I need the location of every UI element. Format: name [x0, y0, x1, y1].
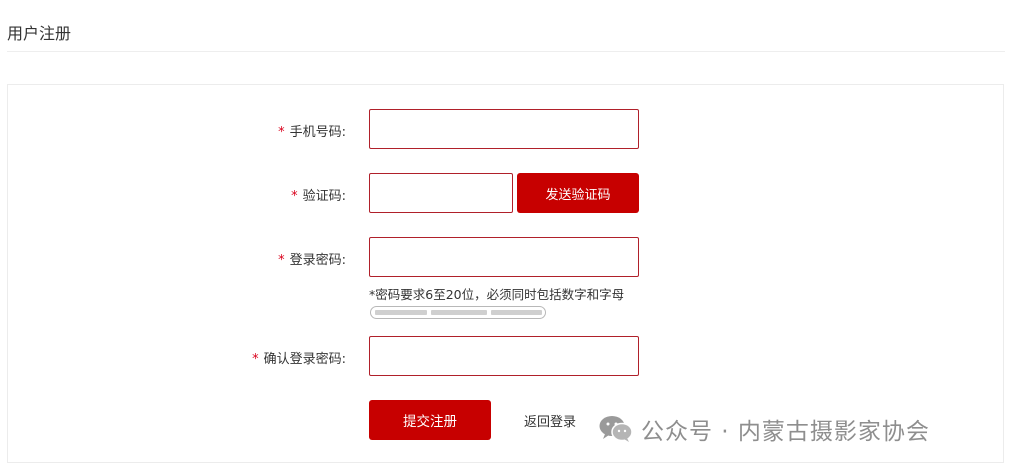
- watermark: 公众号 · 内蒙古摄影家协会: [598, 412, 930, 446]
- password-hint: *密码要求6至20位，必须同时包括数字和字母: [369, 287, 625, 302]
- watermark-text: 公众号 · 内蒙古摄影家协会: [641, 419, 930, 445]
- wechat-icon: [599, 416, 633, 442]
- code-label-text: 验证码:: [302, 189, 346, 204]
- required-mark: *: [278, 125, 285, 140]
- back-to-login-link[interactable]: 返回登录: [524, 411, 576, 430]
- send-code-button[interactable]: 发送验证码: [517, 173, 639, 213]
- phone-label: * 手机号码:: [8, 121, 346, 140]
- registration-form: * 手机号码: * 验证码: 发送验证码 * 登录密码: * 确认登录密码: 提交注册: [7, 84, 1004, 463]
- password-label-text: 登录密码:: [289, 253, 346, 268]
- strength-segment: [431, 310, 487, 315]
- password-label: * 登录密码:: [8, 249, 346, 268]
- page-title: 用户注册: [7, 24, 72, 43]
- required-mark: *: [291, 189, 298, 204]
- required-mark: *: [278, 253, 285, 268]
- title-divider: [7, 51, 1005, 52]
- confirm-password-input[interactable]: [369, 336, 639, 376]
- strength-segment: [491, 310, 542, 315]
- required-mark: *: [252, 352, 259, 367]
- code-label: * 验证码:: [8, 185, 346, 204]
- verification-code-input[interactable]: [369, 173, 513, 213]
- confirm-password-label-text: 确认登录密码:: [263, 352, 346, 367]
- phone-input[interactable]: [369, 109, 639, 149]
- submit-register-button[interactable]: 提交注册: [369, 400, 491, 440]
- confirm-password-label: * 确认登录密码:: [8, 348, 346, 367]
- phone-label-text: 手机号码:: [289, 125, 346, 140]
- password-input[interactable]: [369, 237, 639, 277]
- password-strength-meter: [370, 306, 546, 319]
- strength-segment: [375, 310, 427, 315]
